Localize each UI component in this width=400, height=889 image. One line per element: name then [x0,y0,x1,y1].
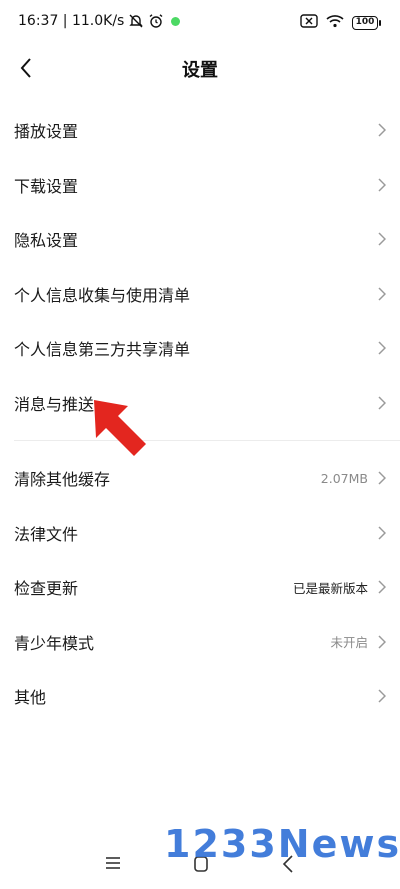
settings-item-messages-push[interactable]: 消息与推送 [0,376,400,431]
status-bar: 16:37 | 11.0K/s 100 [0,0,400,44]
chevron-right-icon [374,689,386,703]
settings-item-youth-mode[interactable]: 青少年模式 未开启 [0,615,400,670]
settings-item-privacy[interactable]: 隐私设置 [0,212,400,267]
settings-item-legal-documents[interactable]: 法律文件 [0,506,400,561]
chevron-right-icon [374,526,386,540]
settings-item-label: 个人信息收集与使用清单 [14,285,191,305]
status-right: 100 [300,13,381,32]
no-sim-icon [300,13,318,32]
settings-item-clear-cache[interactable]: 清除其他缓存 2.07MB [0,451,400,506]
settings-item-third-party-sharing[interactable]: 个人信息第三方共享清单 [0,321,400,376]
cache-size-value: 2.07MB [320,470,368,486]
menu-icon [106,857,120,869]
settings-item-label: 法律文件 [14,524,79,544]
settings-item-label: 播放设置 [14,122,79,142]
settings-item-playback[interactable]: 播放设置 [0,103,400,158]
battery-indicator: 100 [352,15,381,30]
notification-muted-icon [128,13,144,29]
chevron-right-icon [374,178,386,192]
chevron-right-icon [374,396,386,410]
settings-item-label: 隐私设置 [14,231,79,251]
settings-item-label: 个人信息第三方共享清单 [14,340,191,360]
chevron-right-icon [374,341,386,355]
status-time-speed: 16:37 | 11.0K/s [18,13,125,29]
wifi-icon [326,13,344,32]
annotation-arrow-icon [92,398,148,464]
page-title: 设置 [182,60,218,81]
title-bar: 设置 [0,44,400,92]
alarm-clock-icon [148,13,164,29]
app-status-dot-icon [171,16,181,26]
settings-item-label: 其他 [14,688,47,708]
chevron-right-icon [374,287,386,301]
watermark-logo: 1233News [164,822,400,866]
chevron-right-icon [374,635,386,649]
chevron-right-icon [374,232,386,246]
settings-item-label: 清除其他缓存 [14,470,111,490]
youth-mode-status-value: 未开启 [330,635,368,651]
settings-item-check-update[interactable]: 检查更新 已是最新版本 [0,560,400,615]
settings-item-other[interactable]: 其他 [0,669,400,724]
section-divider [14,440,400,441]
chevron-right-icon [374,123,386,137]
recent-apps-button[interactable] [104,855,122,875]
update-status-value: 已是最新版本 [292,580,368,596]
settings-item-label: 青少年模式 [14,633,95,653]
settings-list: 播放设置 下载设置 隐私设置 个人信息收集与使用清单 个人信息第三方共享清单 消… [0,103,400,724]
settings-item-download[interactable]: 下载设置 [0,158,400,213]
settings-item-label: 下载设置 [14,176,79,196]
chevron-right-icon [374,471,386,485]
settings-item-label: 消息与推送 [14,394,95,414]
status-left: 16:37 | 11.0K/s [18,13,181,29]
settings-item-personal-info-collection[interactable]: 个人信息收集与使用清单 [0,267,400,322]
chevron-right-icon [374,580,386,594]
settings-item-label: 检查更新 [14,579,79,599]
